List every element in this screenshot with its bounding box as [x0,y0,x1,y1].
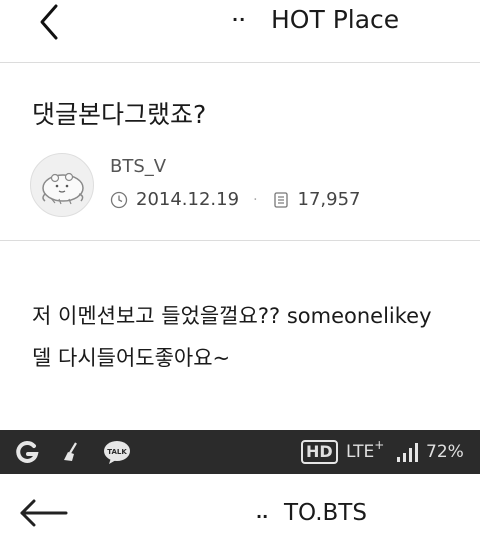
top-header: ·· HOT Place [0,0,480,48]
back-arrow-icon[interactable] [32,2,68,42]
network-indicator: LTE + [346,438,385,462]
talk-icon: TALK [102,430,132,474]
post-meta: 2014.12.19 · 17,957 [110,189,361,210]
bottom-header: ·· TO.BTS [0,474,480,548]
bottom-header-title: TO.BTS [284,500,367,526]
header-dots: ·· [232,10,247,29]
back-arrow-large-icon[interactable] [18,498,70,528]
app-g-icon [14,430,40,474]
status-bar: TALK HD LTE + 72% [0,430,480,474]
hd-badge: HD [301,430,338,474]
battery-level: 72% [426,442,464,462]
bottom-header-dots: ·· [256,507,269,526]
clock-icon [110,191,128,208]
post-body: 저 이멘션보고 들었을껄요?? someonelikey 델 다시들어도좋아요~ [32,295,480,379]
broom-icon [60,430,84,474]
avatar-illustration [42,172,84,205]
meta-separator: · [253,191,258,208]
document-icon [273,191,288,208]
avatar[interactable] [30,153,94,217]
post-body-line: 델 다시들어도좋아요~ [32,346,231,370]
page-title: HOT Place [271,5,400,34]
author-name[interactable]: BTS_V [110,156,166,177]
talk-label: TALK [107,448,127,456]
post-date: 2014.12.19 [136,189,240,210]
divider [0,62,480,63]
post-title: 댓글본다그랬죠? [32,100,207,129]
divider [0,240,480,241]
post-body-line: 저 이멘션보고 들었을껄요?? someonelikey [32,304,432,328]
signal-icon [396,430,422,474]
view-count: 17,957 [297,189,361,210]
